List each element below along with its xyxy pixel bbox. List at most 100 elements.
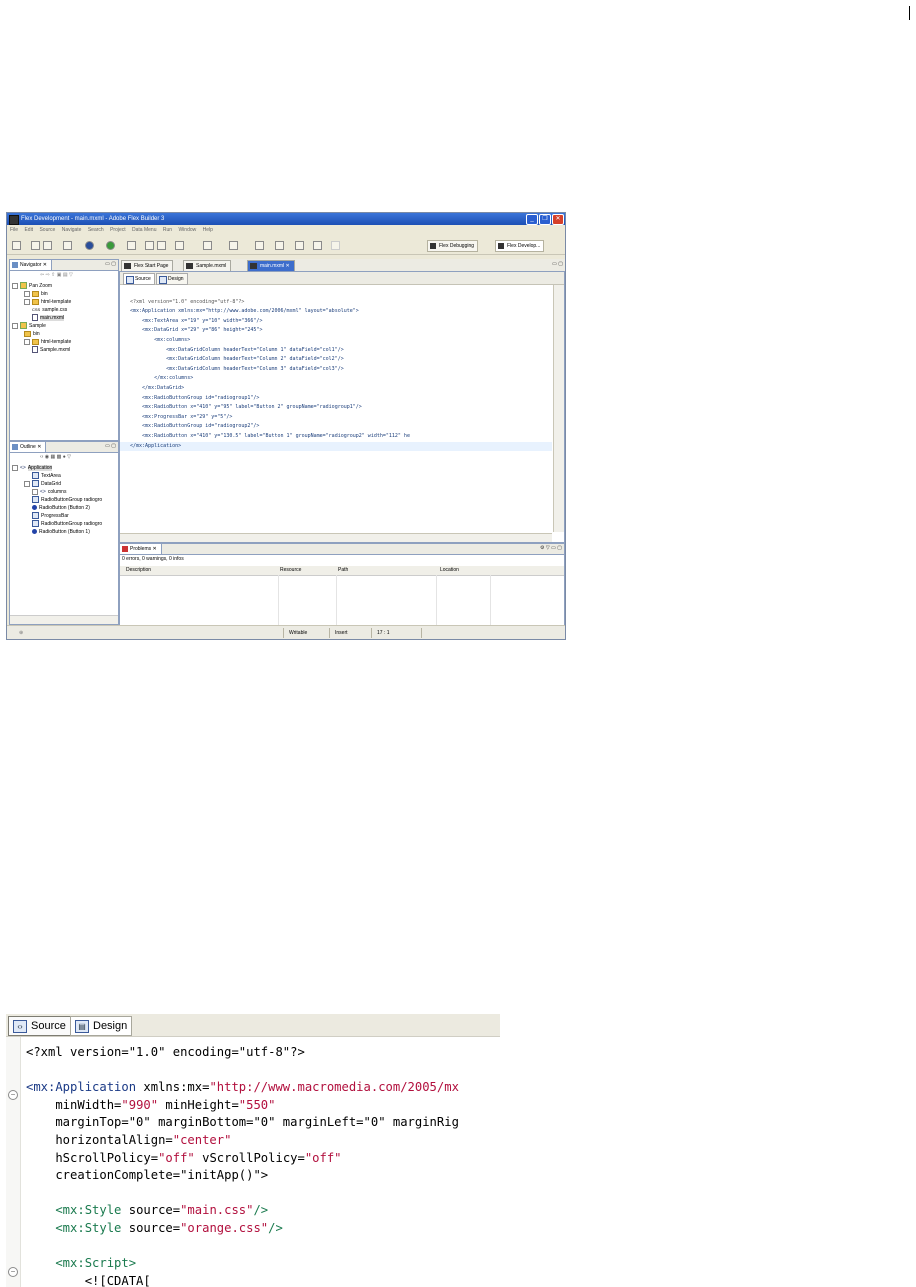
col-location[interactable]: Location [440,566,459,575]
outline-item-radiobutton[interactable]: RadioButton (Button 1) [10,528,102,536]
print-icon[interactable] [63,241,72,250]
editor-vertical-scrollbar[interactable] [553,285,564,532]
code-value: "orange.css" [180,1220,269,1235]
outline-toolbar[interactable]: ‹› ◉ ▦ ▩ ● ▽ [40,454,71,460]
menu-project[interactable]: Project [110,227,126,233]
export-icon[interactable] [157,241,166,250]
menu-search[interactable]: Search [88,227,104,233]
tab-main-mxml[interactable]: main.mxml ✕ [247,260,295,271]
code-line: marginTop="0" marginBottom="0" marginLef… [26,1115,459,1130]
fast-view-icon[interactable]: ⊕ [19,626,23,639]
tab-outline[interactable]: Outline ✕ [10,442,47,452]
page-edge-mark [909,6,910,20]
back-icon[interactable] [295,241,304,250]
code-attr: vScrollPolicy= [194,1150,305,1165]
save-icon[interactable] [31,241,40,250]
code-tag: <mx:Application [26,1080,137,1095]
tree-item-sample-mxml[interactable]: Sample.mxml [10,346,71,354]
edit-icon[interactable] [229,241,238,250]
outline-item-application[interactable]: <> Application [10,464,102,472]
radio-icon [32,529,37,535]
zoomed-source-code[interactable]: <?xml version="1.0" encoding="utf-8"?> <… [26,1044,459,1287]
code-line: </mx:columns> [130,375,194,382]
tab-sample-mxml[interactable]: Sample.mxml [183,260,232,271]
restore-button[interactable]: ❐ [539,214,551,225]
col-resource[interactable]: Resource [280,566,301,575]
fold-collapse-icon[interactable]: − [8,1267,18,1277]
tab-problems[interactable]: Problems ✕ [120,544,162,554]
forward-icon[interactable] [313,241,322,250]
main-toolbar: Flex Debugging Flex Develop... [7,236,565,255]
outline-item-textarea[interactable]: TextArea [10,472,102,480]
design-button[interactable]: ▤ Design [70,1016,133,1036]
source-code[interactable]: <?xml version="1.0" encoding="utf-8"?> <… [130,288,410,451]
menu-file[interactable]: File [10,227,18,233]
col-description[interactable]: Description [126,566,151,575]
tree-item-bin[interactable]: bin [10,330,71,338]
source-button[interactable]: Source [123,273,155,285]
minimize-button[interactable]: _ [526,214,538,225]
code-editor[interactable]: Source Design <?xml version="1.0" encodi… [119,271,565,543]
code-attr: xmlns:mx= [136,1080,210,1095]
open-type-icon[interactable] [203,241,212,250]
minimize-maximize-icons[interactable]: ▭ ▢ [105,443,116,449]
menu-window[interactable]: Window [178,227,196,233]
code-attr: source= [121,1220,181,1235]
minimize-maximize-icons[interactable]: ▭ ▢ [552,261,563,267]
prev-annotation-icon[interactable] [275,241,284,250]
code-tag: <mx:Style [26,1203,122,1218]
profile-icon[interactable] [127,241,136,250]
tree-item-pan-zoom[interactable]: Pan Zoom [10,282,71,290]
navigator-icon [12,262,18,268]
code-line: <?xml version="1.0" encoding="utf-8"?> [26,1045,305,1059]
outline-horizontal-scrollbar[interactable] [10,615,118,624]
last-edit-icon[interactable] [331,241,340,250]
source-button[interactable]: ‹› Source [8,1016,71,1036]
close-button[interactable]: ✕ [552,214,564,225]
perspective-flex-debugging[interactable]: Flex Debugging [427,240,479,252]
outline-item-radiobuttongroup[interactable]: RadioButtonGroup radiogro [10,520,102,528]
search-icon[interactable] [145,241,154,250]
fold-collapse-icon[interactable]: − [8,1090,18,1100]
code-value: "center" [172,1132,232,1147]
tree-item-sample[interactable]: Sample [10,322,71,330]
menu-navigate[interactable]: Navigate [62,227,82,233]
window-titlebar: Flex Development - main.mxml - Adobe Fle… [7,213,565,225]
panel-menu-icons[interactable]: ⚙ ▽ ▭ ▢ [540,545,562,551]
tree-item-bin[interactable]: bin [10,290,71,298]
menu-run[interactable]: Run [163,227,172,233]
next-annotation-icon[interactable] [255,241,264,250]
navigator-toolbar[interactable]: ⇦ ⇨ ⇧ ▣ ▤ ▽ [40,272,73,278]
perspective-flex-development[interactable]: Flex Develop... [495,240,545,252]
debug-icon[interactable] [85,241,94,250]
outline-item-radiobutton[interactable]: RadioButton (Button 2) [10,504,102,512]
run-icon[interactable] [106,241,115,250]
menu-source[interactable]: Source [39,227,55,233]
editor-horizontal-scrollbar[interactable] [120,533,552,542]
mxml-file-icon [186,263,193,269]
outline-item-progressbar[interactable]: ProgressBar [10,512,102,520]
col-path[interactable]: Path [338,566,348,575]
tree-item-sample-css[interactable]: CSS sample.css [10,306,71,314]
problems-panel: Problems ✕ ⚙ ▽ ▭ ▢ 0 errors, 0 warnings,… [119,543,565,627]
tree-item-html-template[interactable]: html-template [10,298,71,306]
minimize-maximize-icons[interactable]: ▭ ▢ [105,261,116,267]
new-class-icon[interactable] [175,241,184,250]
tab-flex-start-page[interactable]: Flex Start Page [121,260,174,271]
problems-summary: 0 errors, 0 warnings, 0 infos [122,556,184,562]
code-line: <mx:TextArea x="19" y="10" width="366"/> [130,317,263,324]
design-icon: ▤ [75,1020,89,1033]
menu-data[interactable]: Data Menu [132,227,156,233]
menu-help[interactable]: Help [203,227,213,233]
design-button[interactable]: Design [156,273,188,285]
tree-item-html-template[interactable]: html-template [10,338,71,346]
outline-item-datagrid[interactable]: DataGrid [10,480,102,488]
outline-item-columns[interactable]: <> columns [10,488,102,496]
new-icon[interactable] [12,241,21,250]
tree-item-main-mxml[interactable]: main.mxml [10,314,71,322]
outline-item-radiobuttongroup[interactable]: RadioButtonGroup radiogro [10,496,102,504]
save-all-icon[interactable] [43,241,52,250]
code-line: <mx:DataGridColumn headerText="Column 2"… [130,356,344,363]
tab-navigator[interactable]: Navigator ✕ [10,260,52,270]
menu-edit[interactable]: Edit [24,227,33,233]
